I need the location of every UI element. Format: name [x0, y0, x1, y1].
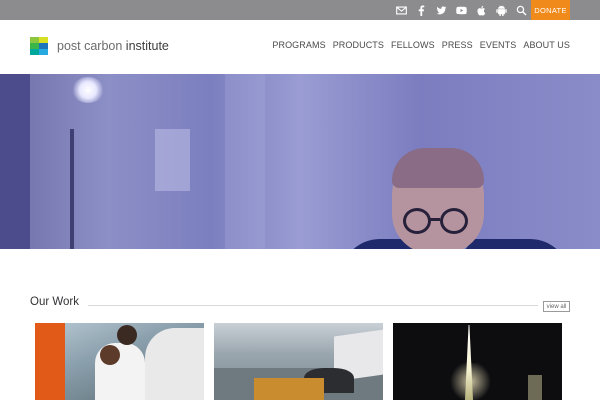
site-logo-text[interactable]: post carbon institute	[57, 39, 169, 53]
view-all-button[interactable]: view all	[543, 301, 570, 312]
photo-worker-head	[117, 325, 137, 345]
apple-icon[interactable]	[474, 3, 488, 17]
light-stand	[70, 129, 74, 249]
logo-text-institute: institute	[125, 39, 169, 53]
logo-icon[interactable]	[30, 37, 48, 55]
main-nav: PROGRAMS PRODUCTS FELLOWS PRESS EVENTS A…	[265, 40, 570, 50]
logo-text-post-carbon: post carbon	[57, 39, 126, 53]
facebook-icon[interactable]	[414, 3, 428, 17]
photo-rig-structure	[528, 375, 542, 400]
nav-item-press[interactable]: PRESS	[442, 40, 473, 50]
nav-item-events[interactable]: EVENTS	[480, 40, 517, 50]
speaker-hair	[392, 148, 484, 188]
hero-background-panel	[225, 74, 265, 249]
nav-item-about-us[interactable]: ABOUT US	[523, 40, 570, 50]
android-icon[interactable]	[494, 3, 508, 17]
mail-icon[interactable]	[394, 3, 408, 17]
top-utility-bar: DONATE	[0, 0, 600, 20]
work-card-image[interactable]	[393, 323, 562, 400]
photo-orange-figure	[35, 323, 65, 400]
glasses-bridge	[430, 218, 440, 221]
nav-item-programs[interactable]: PROGRAMS	[272, 40, 325, 50]
section-divider	[88, 305, 538, 306]
hero-background-panel	[155, 129, 190, 191]
our-work-heading: Our Work	[30, 296, 79, 308]
photo-worker-head	[100, 345, 120, 365]
hero-background-pillar	[0, 74, 30, 249]
glasses-right-lens	[440, 208, 468, 234]
site-header: post carbon institute PROGRAMS PRODUCTS …	[0, 20, 600, 74]
hero-banner-image	[0, 74, 600, 249]
photo-worker-shirt	[145, 328, 204, 400]
photo-rescue-boat	[254, 378, 324, 400]
work-card-image[interactable]	[214, 323, 383, 400]
work-card-image[interactable]	[35, 323, 204, 400]
nav-item-fellows[interactable]: FELLOWS	[391, 40, 435, 50]
search-icon[interactable]	[514, 3, 528, 17]
donate-button[interactable]: DONATE	[531, 0, 570, 20]
twitter-icon[interactable]	[434, 3, 448, 17]
glasses-left-lens	[403, 208, 431, 234]
youtube-icon[interactable]	[454, 3, 468, 17]
studio-light	[72, 77, 104, 103]
nav-item-products[interactable]: PRODUCTS	[333, 40, 384, 50]
